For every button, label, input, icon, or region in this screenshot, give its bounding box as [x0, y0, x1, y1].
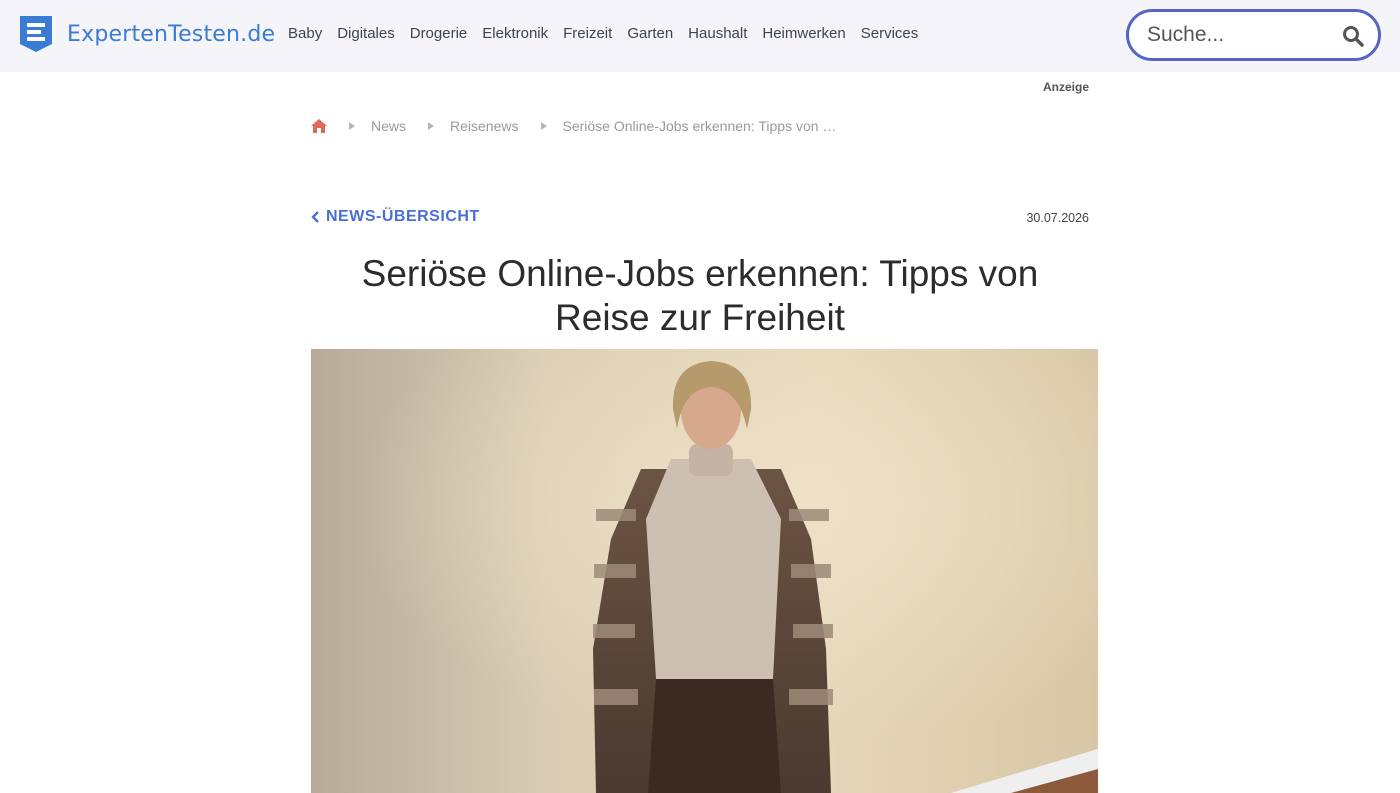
search-box	[1126, 9, 1381, 61]
nav-item-elektronik[interactable]: Elektronik	[482, 25, 548, 42]
nav-item-haushalt[interactable]: Haushalt	[688, 25, 747, 42]
nav-item-freizeit[interactable]: Freizeit	[563, 25, 612, 42]
nav-item-garten[interactable]: Garten	[627, 25, 673, 42]
site-logo[interactable]: ExpertenTesten.de	[20, 16, 275, 52]
logo-text: ExpertenTesten.de	[67, 21, 276, 47]
main-nav: Baby Digitales Drogerie Elektronik Freiz…	[288, 25, 933, 42]
nav-item-heimwerken[interactable]: Heimwerken	[762, 25, 845, 42]
article-title: Seriöse Online-Jobs erkennen: Tipps von …	[361, 253, 1039, 338]
article-date: 30.07.2026	[1026, 211, 1089, 225]
article-hero-image	[311, 349, 1098, 793]
breadcrumb-separator-icon	[540, 122, 547, 130]
nav-item-digitales[interactable]: Digitales	[337, 25, 395, 42]
site-header: ExpertenTesten.de Baby Digitales Drogeri…	[0, 0, 1400, 72]
breadcrumb: News Reisenews Seriöse Online-Jobs erken…	[311, 118, 836, 134]
search-icon[interactable]	[1342, 25, 1364, 47]
ad-label: Anzeige	[1042, 80, 1089, 94]
search-input[interactable]	[1147, 22, 1337, 48]
news-overview-link[interactable]: NEWS-ÜBERSICHT	[311, 208, 480, 226]
logo-icon	[20, 16, 52, 52]
nav-item-services[interactable]: Services	[861, 25, 919, 42]
breadcrumb-separator-icon	[428, 122, 435, 130]
home-icon[interactable]	[311, 119, 327, 133]
news-overview-label: NEWS-ÜBERSICHT	[326, 208, 480, 225]
breadcrumb-separator-icon	[349, 122, 355, 130]
breadcrumb-news[interactable]: News	[371, 118, 406, 134]
breadcrumb-reisenews[interactable]: Reisenews	[450, 118, 518, 134]
nav-item-drogerie[interactable]: Drogerie	[410, 25, 468, 42]
nav-item-baby[interactable]: Baby	[288, 25, 322, 42]
chevron-left-icon	[311, 211, 319, 223]
breadcrumb-current: Seriöse Online-Jobs erkennen: Tipps von …	[562, 118, 837, 134]
